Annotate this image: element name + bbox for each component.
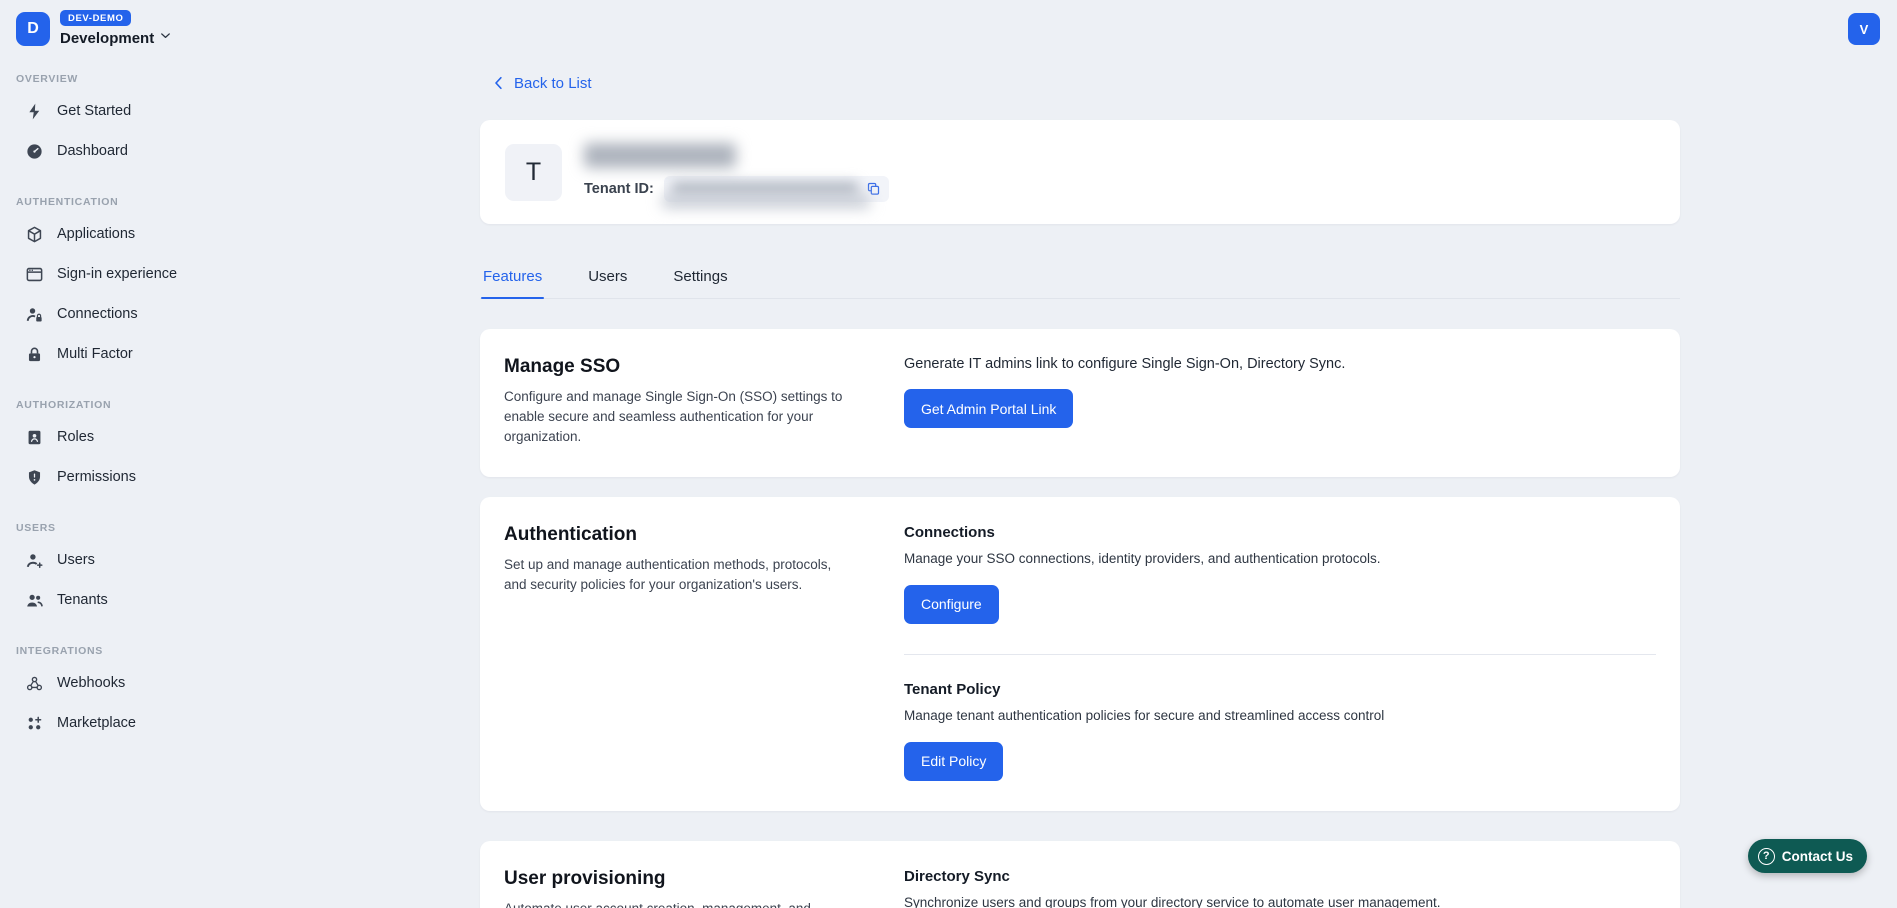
section-heading: Directory Sync xyxy=(904,868,1656,885)
sidebar-item-connections[interactable]: Connections xyxy=(16,294,240,334)
tenant-avatar: T xyxy=(505,144,562,201)
org-logo-letter: D xyxy=(27,20,39,38)
org-switcher[interactable]: D DEV-DEMO Development xyxy=(16,10,240,48)
main-content: Back to List T Tenant ID: xyxy=(256,0,1897,908)
tenant-header-card: T Tenant ID: xyxy=(480,120,1680,224)
sidebar-section-overview: Overview xyxy=(16,73,240,85)
sidebar-item-dashboard[interactable]: Dashboard xyxy=(16,131,240,171)
get-admin-portal-link-button[interactable]: Get Admin Portal Link xyxy=(904,389,1073,428)
section-divider xyxy=(904,654,1656,655)
id-badge-icon xyxy=(24,427,44,447)
user-provisioning-card: User provisioning Automate user account … xyxy=(480,841,1680,908)
copy-icon[interactable] xyxy=(866,181,881,196)
section-description: Synchronize users and groups from your d… xyxy=(904,895,1656,908)
tenant-id-label: Tenant ID: xyxy=(584,181,654,197)
user-lock-icon xyxy=(24,304,44,324)
authentication-card: Authentication Set up and manage authent… xyxy=(480,497,1680,811)
section-description: Manage tenant authentication policies fo… xyxy=(904,708,1656,723)
sidebar-item-webhooks[interactable]: Webhooks xyxy=(16,663,240,703)
section-heading: Connections xyxy=(904,524,1656,541)
sidebar-section-authentication: Authentication xyxy=(16,196,240,208)
question-circle-icon: ? xyxy=(1758,848,1775,865)
sidebar-item-marketplace[interactable]: Marketplace xyxy=(16,703,240,743)
sidebar-section-authorization: Authorization xyxy=(16,399,240,411)
sidebar-item-multi-factor[interactable]: Multi Factor xyxy=(16,334,240,374)
card-title: Manage SSO xyxy=(504,356,844,378)
sidebar-item-label: Webhooks xyxy=(57,675,125,691)
sidebar-item-label: Get Started xyxy=(57,103,131,119)
contact-us-label: Contact Us xyxy=(1782,849,1853,864)
sidebar-item-get-started[interactable]: Get Started xyxy=(16,91,240,131)
card-description: Automate user account creation, manageme… xyxy=(504,899,844,908)
section-description: Manage your SSO connections, identity pr… xyxy=(904,551,1656,566)
contact-us-button[interactable]: ? Contact Us xyxy=(1748,839,1867,873)
sidebar-item-sign-in-experience[interactable]: Sign-in experience xyxy=(16,254,240,294)
tab-settings[interactable]: Settings xyxy=(671,262,729,298)
edit-policy-button[interactable]: Edit Policy xyxy=(904,742,1003,781)
card-description: Configure and manage Single Sign-On (SSO… xyxy=(504,387,844,447)
user-plus-icon xyxy=(24,550,44,570)
sidebar-item-label: Roles xyxy=(57,429,94,445)
browser-window-icon xyxy=(24,264,44,284)
sidebar-item-users[interactable]: Users xyxy=(16,540,240,580)
gauge-icon xyxy=(24,141,44,161)
tenant-name-redacted xyxy=(584,143,736,168)
configure-button[interactable]: Configure xyxy=(904,585,999,624)
tab-users[interactable]: Users xyxy=(586,262,629,298)
section-heading: Tenant Policy xyxy=(904,681,1656,698)
grid-plus-icon xyxy=(24,713,44,733)
sidebar-item-label: Users xyxy=(57,552,95,568)
sidebar-section-integrations: Integrations xyxy=(16,645,240,657)
sidebar-item-label: Connections xyxy=(57,306,138,322)
back-to-list-link[interactable]: Back to List xyxy=(490,74,592,92)
sidebar: D DEV-DEMO Development Overview Get Star… xyxy=(0,0,256,908)
sidebar-item-label: Applications xyxy=(57,226,135,242)
tab-bar: Features Users Settings xyxy=(480,262,1680,299)
sidebar-item-label: Multi Factor xyxy=(57,346,133,362)
users-icon xyxy=(24,590,44,610)
sidebar-item-applications[interactable]: Applications xyxy=(16,214,240,254)
sidebar-item-label: Tenants xyxy=(57,592,108,608)
tab-features[interactable]: Features xyxy=(481,262,544,298)
shield-icon xyxy=(24,467,44,487)
card-description: Set up and manage authentication methods… xyxy=(504,555,844,595)
sidebar-item-label: Dashboard xyxy=(57,143,128,159)
chevron-left-icon xyxy=(490,74,508,92)
tenant-id-redacted xyxy=(672,182,858,196)
sidebar-item-label: Permissions xyxy=(57,469,136,485)
tenant-avatar-letter: T xyxy=(526,158,541,187)
env-badge: DEV-DEMO xyxy=(60,10,131,26)
sidebar-item-label: Sign-in experience xyxy=(57,266,177,282)
org-logo: D xyxy=(16,12,50,46)
card-title: Authentication xyxy=(504,524,844,546)
sidebar-item-tenants[interactable]: Tenants xyxy=(16,580,240,620)
back-to-list-label: Back to List xyxy=(514,75,592,92)
manage-sso-card: Manage SSO Configure and manage Single S… xyxy=(480,329,1680,477)
webhook-icon xyxy=(24,673,44,693)
org-name: Development xyxy=(60,30,154,47)
lightning-icon xyxy=(24,101,44,121)
section-description: Generate IT admins link to configure Sin… xyxy=(904,356,1656,372)
sidebar-section-users: Users xyxy=(16,522,240,534)
lock-icon xyxy=(24,344,44,364)
card-title: User provisioning xyxy=(504,868,844,890)
cube-icon xyxy=(24,224,44,244)
sidebar-item-permissions[interactable]: Permissions xyxy=(16,457,240,497)
sidebar-item-roles[interactable]: Roles xyxy=(16,417,240,457)
chevron-down-icon xyxy=(158,28,173,48)
sidebar-item-label: Marketplace xyxy=(57,715,136,731)
tenant-id-redacted-blur xyxy=(662,195,870,208)
